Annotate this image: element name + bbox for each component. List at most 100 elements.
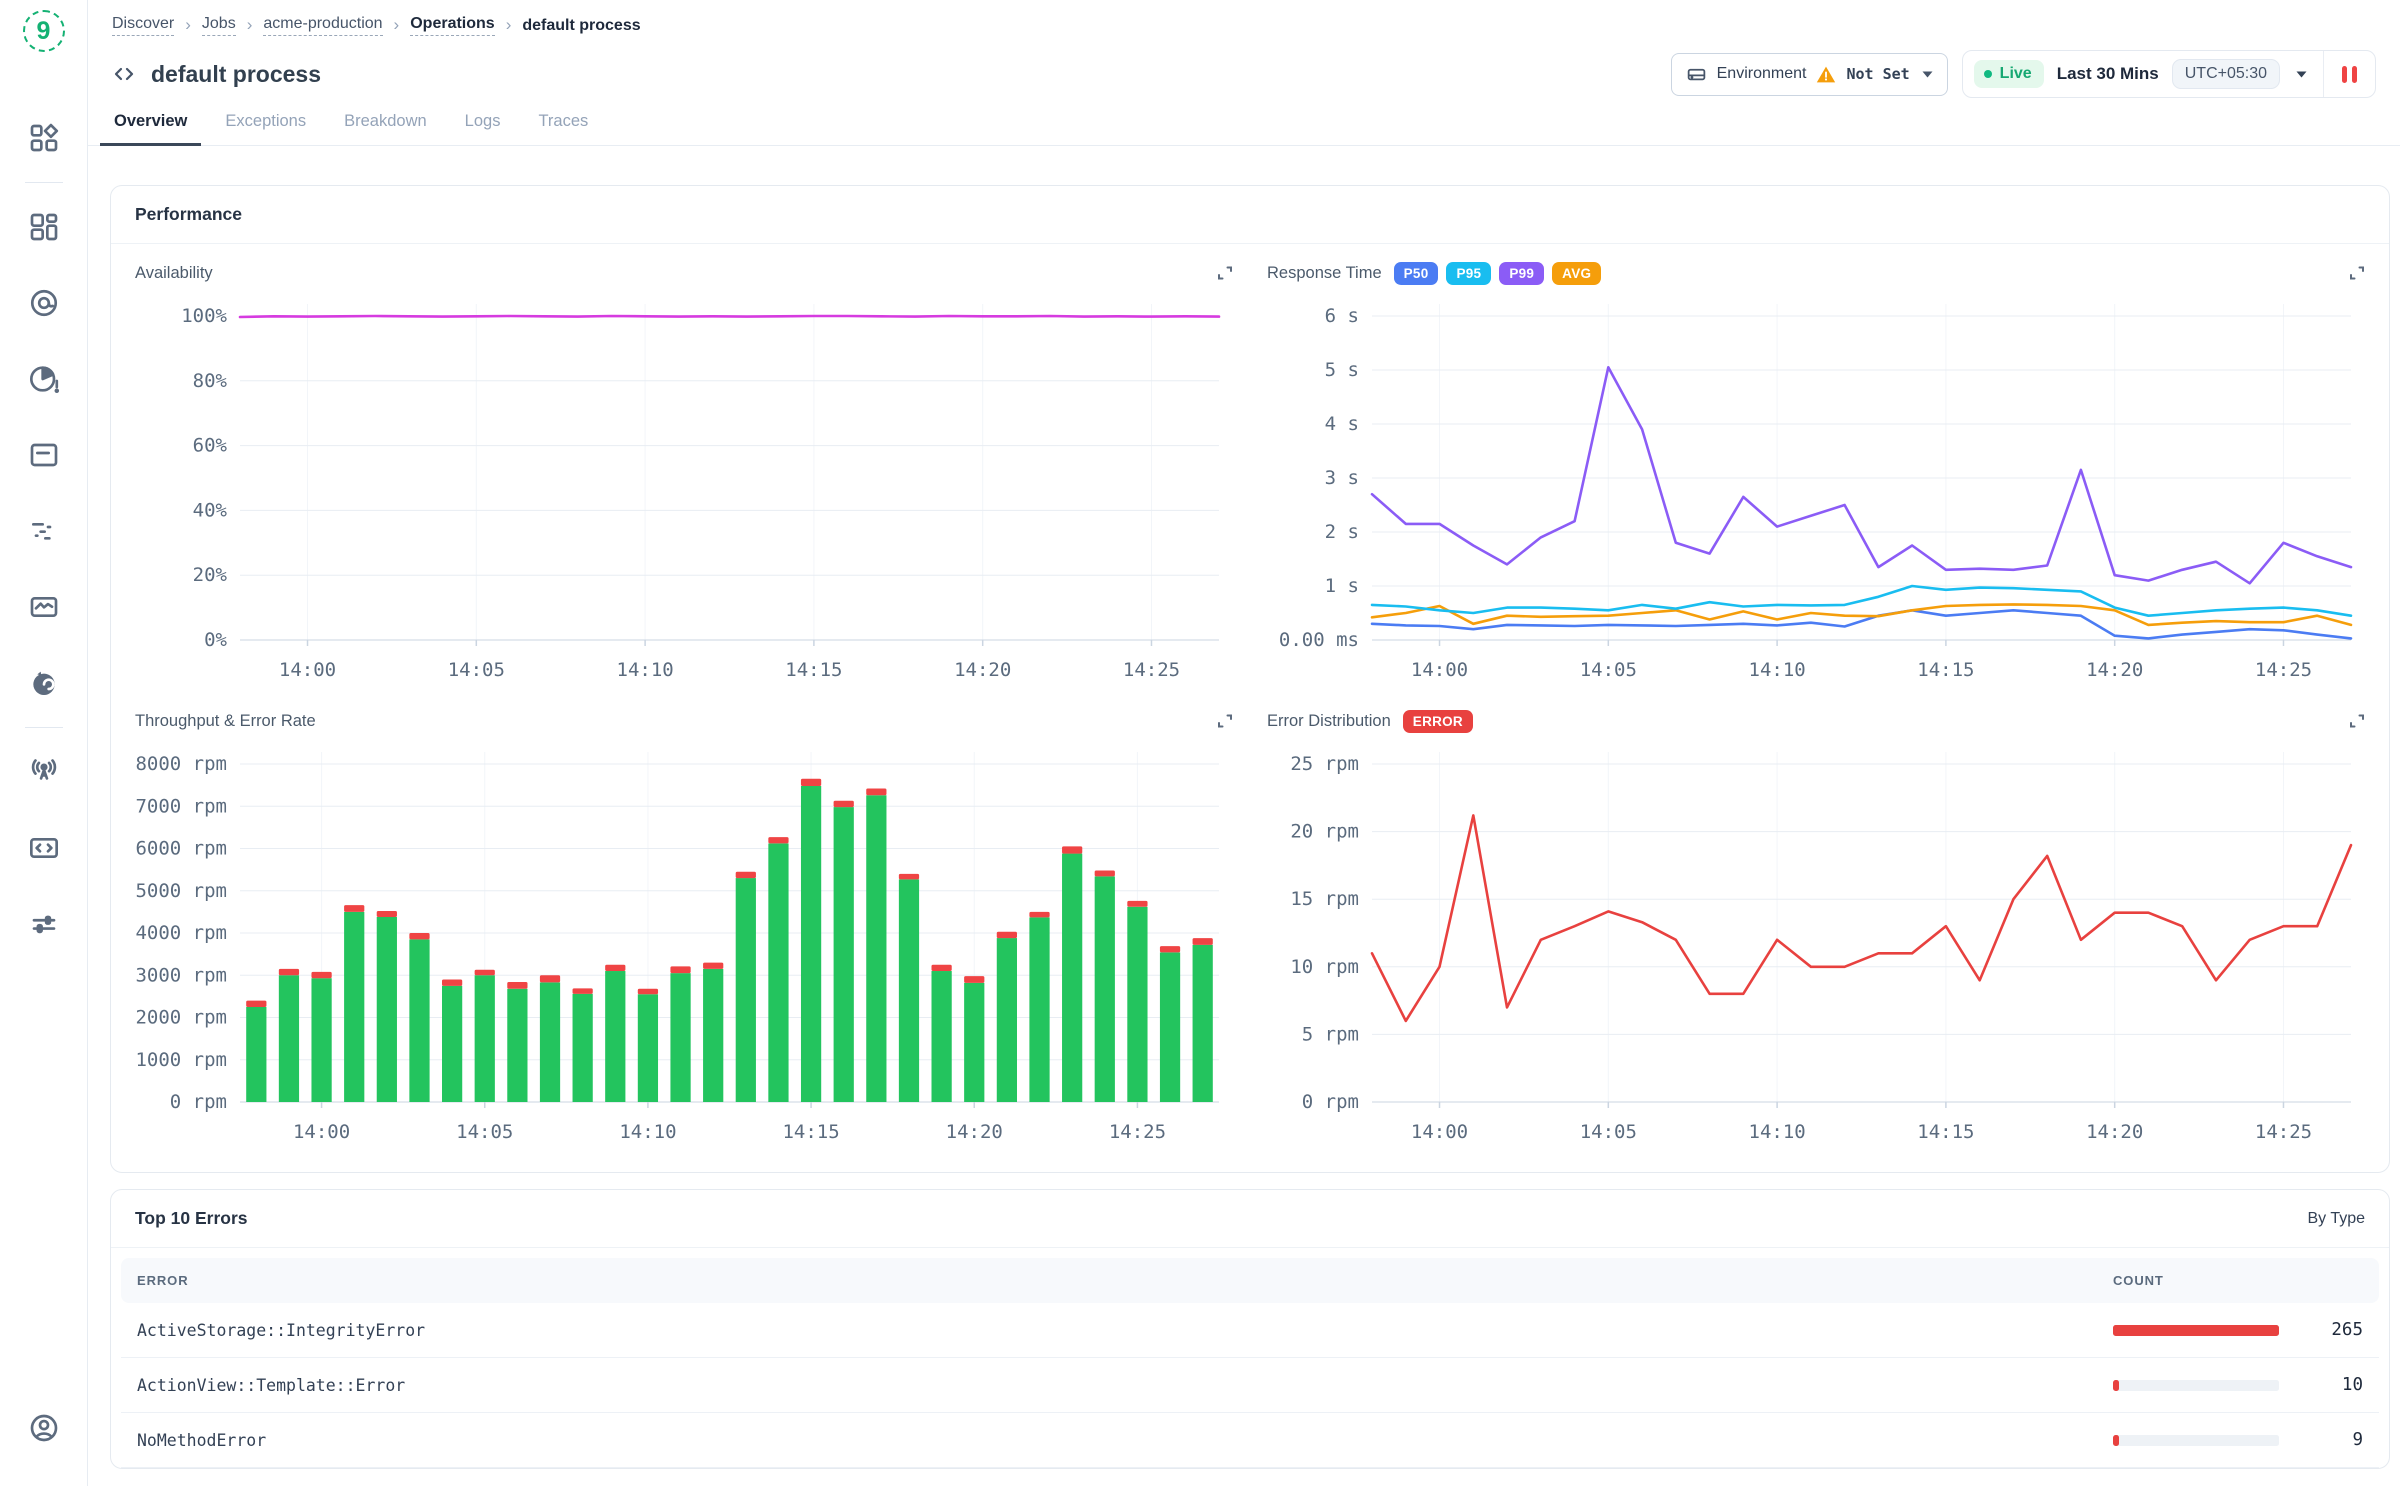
server-icon: [1686, 64, 1707, 85]
sidebar-item-metrics[interactable]: [28, 591, 60, 623]
svg-text:14:10: 14:10: [617, 659, 674, 681]
code-icon: [112, 62, 136, 86]
count-cell: 10: [2113, 1375, 2363, 1395]
svg-text:14:25: 14:25: [2255, 659, 2312, 681]
top-errors-title: Top 10 Errors: [135, 1208, 248, 1229]
app-logo[interactable]: 9: [23, 10, 65, 52]
time-range-chevron-icon[interactable]: [2280, 71, 2323, 78]
expand-icon[interactable]: [2347, 711, 2367, 731]
svg-text:1 s: 1 s: [1325, 575, 1359, 597]
legend-badge-error: ERROR: [1403, 710, 1473, 733]
svg-text:5 s: 5 s: [1325, 359, 1359, 381]
by-type-toggle[interactable]: By Type: [2307, 1210, 2365, 1228]
sidebar-item-grafana[interactable]: [28, 667, 60, 699]
environment-selector[interactable]: Environment Not Set: [1671, 53, 1948, 96]
svg-text:20 rpm: 20 rpm: [1290, 821, 1359, 843]
svg-text:14:15: 14:15: [1917, 1121, 1974, 1143]
live-label: Live: [2000, 65, 2032, 83]
svg-text:25 rpm: 25 rpm: [1290, 753, 1359, 775]
sidebar-item-dashboards[interactable]: [28, 211, 60, 243]
svg-text:5000 rpm: 5000 rpm: [135, 880, 227, 902]
svg-text:2000 rpm: 2000 rpm: [135, 1007, 227, 1029]
top-errors-header: Top 10 Errors By Type: [111, 1190, 2389, 1248]
breadcrumb-item[interactable]: Discover: [112, 15, 174, 36]
tab-logs[interactable]: Logs: [463, 112, 503, 145]
chart-title: Availability: [135, 264, 213, 283]
chart-legend: ERROR: [1403, 710, 1473, 733]
error-distribution-panel: Error Distribution ERROR 14:00 14:05 14:10…: [1267, 700, 2367, 1154]
count-bar-track: [2113, 1325, 2279, 1336]
availability-panel: Availability 14:0014:0514:1014:1514:2014…: [135, 252, 1235, 692]
sidebar-item-traces[interactable]: [28, 515, 60, 547]
error-name: ActionView::Template::Error: [137, 1376, 2113, 1395]
time-range-control[interactable]: Live Last 30 Mins UTC+05:30: [1962, 50, 2376, 98]
tab-traces[interactable]: Traces: [536, 112, 590, 145]
svg-text:20%: 20%: [193, 564, 228, 586]
expand-icon[interactable]: [1215, 263, 1235, 283]
errors-table-body: ActiveStorage::IntegrityError265ActionVi…: [121, 1303, 2379, 1468]
svg-text:14:15: 14:15: [782, 1121, 839, 1143]
errors-table: ERROR COUNT ActiveStorage::IntegrityErro…: [121, 1258, 2379, 1468]
sidebar-item-apps[interactable]: [28, 122, 60, 154]
breadcrumb-item[interactable]: Jobs: [202, 15, 236, 36]
svg-text:14:10: 14:10: [1749, 1121, 1806, 1143]
sidebar-item-goals[interactable]: [28, 287, 60, 319]
tab-bar: Overview Exceptions Breakdown Logs Traces: [88, 98, 2400, 146]
live-dot-icon: [1984, 70, 1992, 78]
svg-text:3 s: 3 s: [1325, 467, 1359, 489]
svg-text:0 rpm: 0 rpm: [1302, 1091, 1359, 1113]
count-value: 9: [2279, 1430, 2363, 1450]
chevron-down-icon: [1922, 71, 1933, 78]
legend-badge-p99: P99: [1499, 262, 1544, 285]
legend-badge-avg: AVG: [1552, 262, 1601, 285]
svg-text:40%: 40%: [193, 499, 228, 521]
performance-card: Performance Availability 14:00 14:05 14:10…: [110, 185, 2390, 1173]
performance-grid: Availability 14:00 14:05 14:10 14:15 14:20 14…: [111, 244, 2389, 1172]
breadcrumb-item[interactable]: acme-production: [263, 15, 382, 36]
svg-text:14:05: 14:05: [456, 1121, 513, 1143]
content: Performance Availability 14:00 14:05 14:10…: [88, 146, 2400, 1486]
count-cell: 9: [2113, 1430, 2363, 1450]
chart-title: Response Time: [1267, 264, 1382, 283]
response-time-panel: Response Time P50P95P99AVG 14:0014:0514:…: [1267, 252, 2367, 692]
tab-overview[interactable]: Overview: [112, 112, 189, 145]
sidebar-divider: [25, 182, 63, 183]
tab-breakdown[interactable]: Breakdown: [342, 112, 429, 145]
sidebar-item-deployments[interactable]: [28, 832, 60, 864]
svg-text:14:20: 14:20: [2086, 659, 2143, 681]
svg-text:14:00: 14:00: [293, 1121, 350, 1143]
environment-label: Environment: [1717, 65, 1807, 83]
sidebar-item-broadcast[interactable]: [28, 756, 60, 788]
svg-text:14:05: 14:05: [1580, 1121, 1637, 1143]
svg-text:15 rpm: 15 rpm: [1290, 888, 1359, 910]
svg-text:1000 rpm: 1000 rpm: [135, 1049, 227, 1071]
svg-text:14:20: 14:20: [2086, 1121, 2143, 1143]
pause-button[interactable]: [2324, 66, 2375, 83]
throughput-chart: 14:0014:0514:1014:1514:2014:258000 rpm70…: [135, 742, 1235, 1154]
breadcrumb-item[interactable]: Operations: [410, 15, 494, 36]
performance-title: Performance: [135, 204, 242, 225]
tab-exceptions[interactable]: Exceptions: [223, 112, 308, 145]
error-name: ActiveStorage::IntegrityError: [137, 1321, 2113, 1340]
expand-icon[interactable]: [1215, 711, 1235, 731]
breadcrumb-separator: ›: [394, 15, 400, 35]
sidebar-item-alerts[interactable]: [28, 363, 60, 395]
throughput-panel: Throughput & Error Rate 14:0014:0514:101…: [135, 700, 1235, 1154]
sidebar-item-logs[interactable]: [28, 439, 60, 471]
table-row[interactable]: ActionView::Template::Error10: [121, 1358, 2379, 1413]
svg-text:2 s: 2 s: [1325, 521, 1359, 543]
chart-title: Error Distribution: [1267, 712, 1391, 731]
svg-text:14:15: 14:15: [785, 659, 842, 681]
svg-text:14:05: 14:05: [448, 659, 505, 681]
sidebar-item-account[interactable]: [28, 1412, 60, 1444]
svg-text:0.00 ms: 0.00 ms: [1279, 629, 1359, 651]
environment-status: Not Set: [1846, 65, 1909, 83]
expand-icon[interactable]: [2347, 263, 2367, 283]
sidebar-item-preferences[interactable]: [28, 908, 60, 940]
table-row[interactable]: NoMethodError9: [121, 1413, 2379, 1468]
table-row[interactable]: ActiveStorage::IntegrityError265: [121, 1303, 2379, 1358]
svg-text:10 rpm: 10 rpm: [1290, 956, 1359, 978]
count-bar-fill: [2113, 1380, 2119, 1391]
svg-text:14:00: 14:00: [1411, 1121, 1468, 1143]
errors-table-header: ERROR COUNT: [121, 1258, 2379, 1303]
